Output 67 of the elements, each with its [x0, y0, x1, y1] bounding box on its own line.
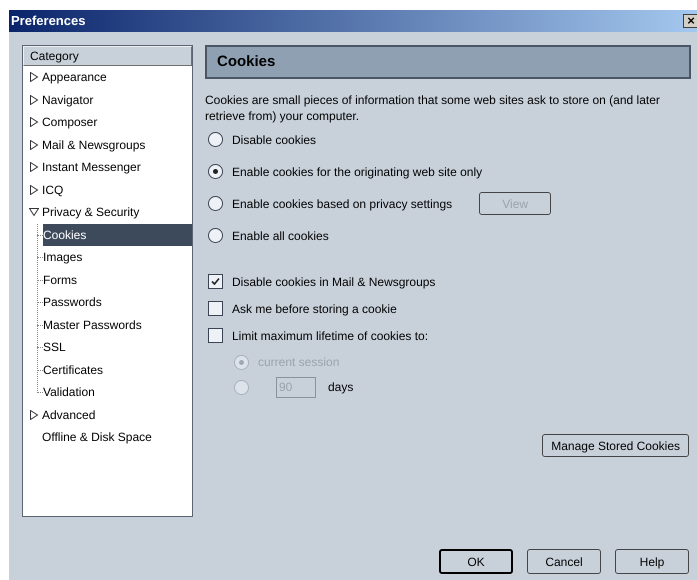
unit-label: days: [328, 379, 354, 396]
tree-item[interactable]: Passwords: [43, 291, 192, 314]
tree-item[interactable]: SSL: [43, 336, 192, 358]
tree-item-label: Instant Messenger: [42, 159, 141, 176]
checkbox-label: Disable cookies in Mail & Newsgroups: [232, 274, 436, 290]
checkmark-icon: [210, 276, 221, 287]
tree-item-label: Validation: [43, 384, 95, 402]
window-title: Preferences: [11, 12, 86, 30]
collapsed-triangle-icon[interactable]: [29, 140, 39, 150]
radio-button[interactable]: [208, 164, 223, 179]
option-label: Enable cookies for the originating web site only: [232, 164, 482, 180]
tree-item-label: Passwords: [43, 294, 102, 312]
tree-item-label: Forms: [43, 272, 77, 289]
collapsed-triangle-icon[interactable]: [29, 162, 39, 172]
close-button[interactable]: ×: [683, 14, 697, 28]
expanded-triangle-icon[interactable]: [29, 207, 39, 218]
dialog-button[interactable]: OK: [439, 549, 513, 574]
tree-item[interactable]: ICQ: [23, 178, 192, 201]
option-label: Enable all cookies: [232, 228, 329, 244]
tree-item[interactable]: Certificates: [43, 358, 192, 381]
checkbox-label: Ask me before storing a cookie: [232, 300, 397, 318]
tree-item[interactable]: Cookies: [43, 224, 192, 246]
checkbox[interactable]: [208, 301, 223, 316]
tree-item[interactable]: Instant Messenger: [23, 156, 192, 178]
tree-item-label: Cookies: [43, 226, 86, 244]
tree-item-label: Offline & Disk Space: [42, 429, 152, 446]
category-header: Category: [23, 46, 192, 66]
collapsed-triangle-icon[interactable]: [29, 117, 39, 128]
tree-item[interactable]: Navigator: [23, 88, 192, 111]
tree-item-label: Privacy & Security: [42, 204, 140, 222]
option-label: Enable cookies based on privacy settings: [232, 196, 452, 212]
tree-item[interactable]: Appearance: [23, 66, 192, 88]
dialog-button[interactable]: Help: [615, 549, 689, 574]
tree-item[interactable]: Forms: [43, 268, 192, 291]
checkbox-label: Limit maximum lifetime of cookies to:: [232, 328, 428, 344]
tree-item[interactable]: Privacy & Security: [23, 201, 192, 224]
tree-item[interactable]: Composer: [23, 111, 192, 134]
tree-item-label: Certificates: [43, 362, 104, 379]
tree-item-label: Mail & Newsgroups: [42, 136, 146, 154]
tree-item-label: Appearance: [42, 69, 107, 86]
panel-title: Cookies: [217, 52, 276, 72]
tree-item[interactable]: Validation: [43, 381, 192, 404]
radio-button[interactable]: [208, 196, 223, 211]
collapsed-triangle-icon[interactable]: [29, 184, 39, 195]
collapsed-triangle-icon[interactable]: [29, 72, 39, 82]
collapsed-triangle-icon[interactable]: [29, 94, 39, 105]
tree-item[interactable]: Master Passwords: [43, 314, 192, 336]
option-label: Disable cookies: [232, 132, 316, 148]
manage-cookies-button[interactable]: Manage Stored Cookies: [542, 434, 689, 457]
tree-item-label: Images: [43, 249, 82, 266]
description-text: Cookies are small pieces of information that some web sites ask to store on (and later retrieve from) your computer.: [205, 92, 661, 124]
radio-button[interactable]: [208, 132, 223, 147]
dialog-button[interactable]: Cancel: [527, 549, 601, 574]
tree-item[interactable]: Mail & Newsgroups: [23, 134, 192, 156]
radio-button[interactable]: [208, 228, 223, 243]
tree-item-label: SSL: [43, 339, 66, 356]
collapsed-triangle-icon[interactable]: [29, 410, 39, 420]
tree-item[interactable]: Offline & Disk Space: [23, 426, 192, 448]
tree-item-label: ICQ: [42, 182, 64, 199]
tree-item-label: Composer: [42, 114, 98, 132]
tree-item-label: Advanced: [42, 406, 96, 424]
tree-item[interactable]: Advanced: [23, 404, 192, 426]
tree-item-label: Master Passwords: [43, 316, 142, 334]
tree-item-label: Navigator: [42, 92, 94, 109]
checkbox[interactable]: [208, 328, 223, 343]
tree-item[interactable]: Images: [43, 246, 192, 268]
checkbox[interactable]: [208, 274, 223, 289]
